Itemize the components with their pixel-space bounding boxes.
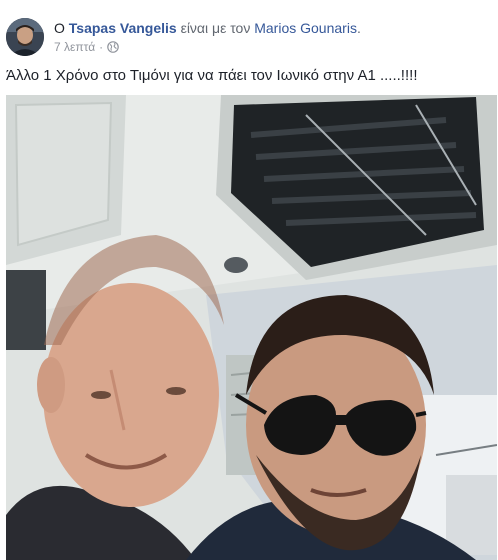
author-avatar[interactable] xyxy=(6,18,44,56)
post-headline: Ο Tsapas Vangelis είναι με τον Marios Go… xyxy=(54,19,361,37)
with-text: είναι με τον xyxy=(180,20,251,36)
post-message: Άλλο 1 Χρόνο στο Τιμόνι για να πάει τον … xyxy=(6,67,418,84)
post-timestamp[interactable]: 7 λεπτά xyxy=(54,40,95,54)
headline-prefix: Ο xyxy=(54,20,65,36)
tagged-user-link[interactable]: Marios Gounaris xyxy=(254,20,357,36)
post-meta: 7 λεπτά · xyxy=(54,39,119,57)
globe-icon[interactable] xyxy=(107,41,119,57)
post-header: Ο Tsapas Vangelis είναι με τον Marios Go… xyxy=(6,14,492,60)
author-name-link[interactable]: Tsapas Vangelis xyxy=(69,20,177,36)
headline-suffix: . xyxy=(356,20,361,36)
facebook-post: Ο Tsapas Vangelis είναι με τον Marios Go… xyxy=(0,0,498,560)
meta-separator: · xyxy=(99,40,104,54)
post-photo[interactable] xyxy=(6,95,497,560)
